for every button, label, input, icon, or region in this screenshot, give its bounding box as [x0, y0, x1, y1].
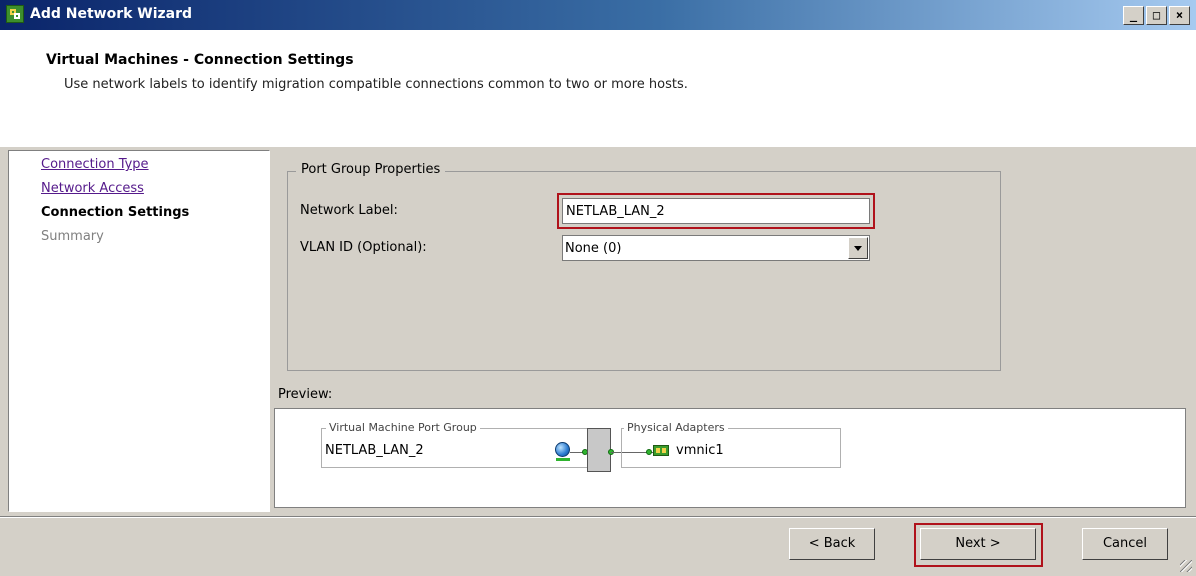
- cancel-button[interactable]: Cancel: [1082, 528, 1168, 560]
- port-group-properties-legend: Port Group Properties: [296, 162, 446, 177]
- adapter-name: vmnic1: [676, 443, 724, 458]
- page-title: Virtual Machines - Connection Settings: [46, 52, 354, 68]
- window-title: Add Network Wizard: [30, 6, 193, 22]
- preview-label: Preview:: [278, 387, 333, 402]
- vlan-id-select[interactable]: None (0): [562, 235, 870, 261]
- step-summary: Summary: [41, 229, 104, 244]
- globe-icon: [555, 442, 570, 457]
- resize-grip-icon[interactable]: [1180, 560, 1192, 572]
- network-label-caption: Network Label:: [300, 203, 398, 218]
- window-controls: _ □ ×: [1123, 6, 1190, 25]
- wizard-icon: [6, 5, 24, 23]
- page-description: Use network labels to identify migration…: [64, 77, 688, 92]
- dropdown-arrow-icon[interactable]: [848, 237, 868, 259]
- vlan-id-value: None (0): [565, 241, 622, 256]
- wizard-header: Virtual Machines - Connection Settings U…: [0, 30, 1196, 147]
- step-network-access[interactable]: Network Access: [41, 181, 144, 196]
- physical-adapters-legend: Physical Adapters: [624, 421, 728, 434]
- close-button[interactable]: ×: [1169, 6, 1190, 25]
- back-button[interactable]: < Back: [789, 528, 875, 560]
- vm-port-group-name: NETLAB_LAN_2: [325, 443, 424, 458]
- maximize-button[interactable]: □: [1146, 6, 1167, 25]
- network-adapter-icon: [653, 445, 669, 456]
- vm-port-group-legend: Virtual Machine Port Group: [326, 421, 480, 434]
- next-button[interactable]: Next >: [920, 528, 1036, 560]
- title-bar: Add Network Wizard _ □ ×: [0, 0, 1196, 30]
- step-connection-type[interactable]: Connection Type: [41, 157, 149, 172]
- network-label-input[interactable]: NETLAB_LAN_2: [562, 198, 870, 224]
- globe-base: [556, 458, 570, 461]
- step-connection-settings: Connection Settings: [41, 205, 190, 220]
- minimize-button[interactable]: _: [1123, 6, 1144, 25]
- vlan-id-caption: VLAN ID (Optional):: [300, 240, 427, 255]
